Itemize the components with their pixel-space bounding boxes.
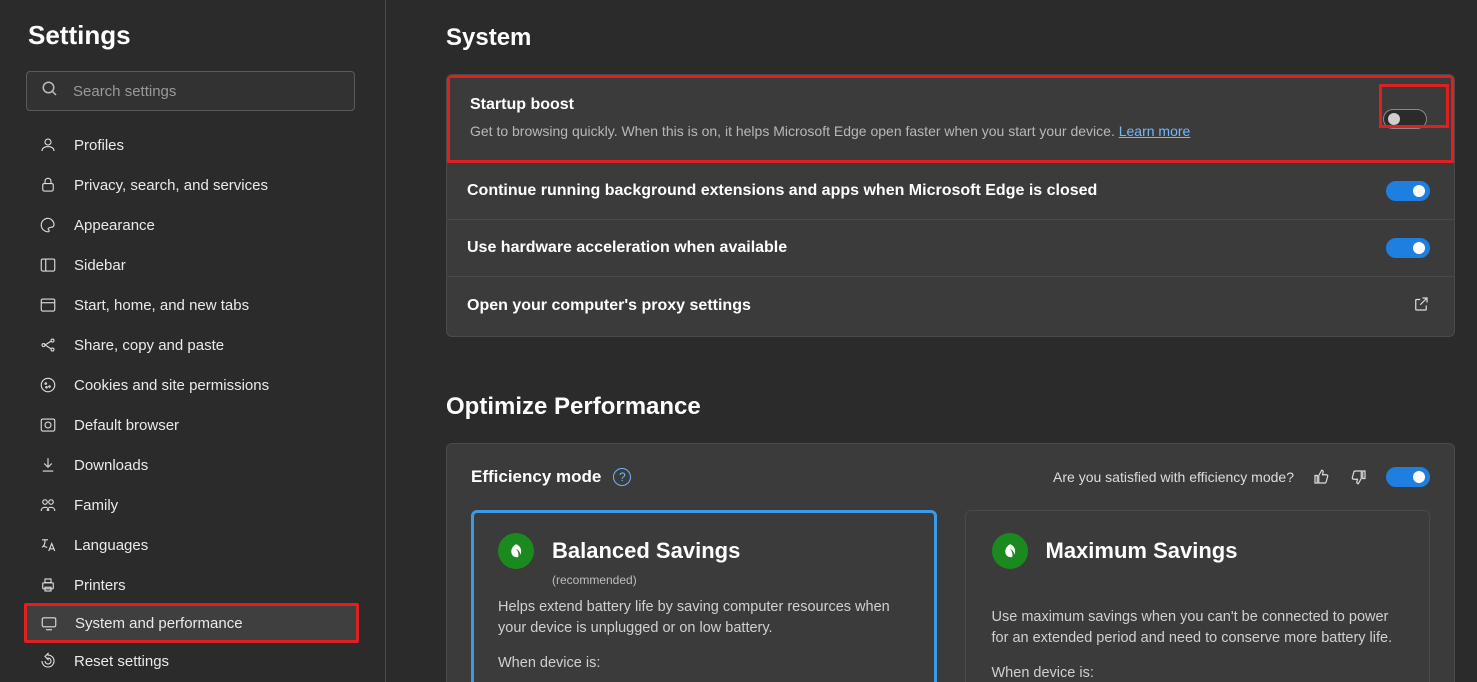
leaf-icon [992, 533, 1028, 569]
language-icon [38, 535, 58, 555]
leaf-icon [498, 533, 534, 569]
maximum-savings-card[interactable]: Maximum Savings Use maximum savings when… [965, 510, 1431, 682]
maximum-title: Maximum Savings [1046, 538, 1238, 564]
balanced-when: When device is: [498, 655, 910, 671]
palette-icon [38, 215, 58, 235]
printer-icon [38, 575, 58, 595]
efficiency-header: Efficiency mode ? Are you satisfied with… [471, 466, 1430, 488]
hw-accel-toggle[interactable] [1386, 238, 1430, 258]
sidebar-item-system[interactable]: System and performance [24, 603, 359, 643]
nav-list: Profiles Privacy, search, and services A… [0, 125, 385, 681]
lock-icon [38, 175, 58, 195]
sidebar-item-label: Appearance [74, 217, 155, 234]
sidebar-item-profiles[interactable]: Profiles [26, 125, 357, 165]
hw-accel-row: Use hardware acceleration when available [447, 220, 1454, 277]
help-icon[interactable]: ? [613, 468, 631, 486]
highlight-box [1379, 84, 1449, 128]
sidebar-item-label: Profiles [74, 137, 124, 154]
search-icon [41, 80, 59, 103]
settings-title: Settings [0, 20, 385, 71]
sidebar-item-label: Downloads [74, 457, 148, 474]
hw-accel-title: Use hardware acceleration when available [467, 239, 1370, 257]
bg-extensions-toggle[interactable] [1386, 181, 1430, 201]
balanced-savings-card[interactable]: Balanced Savings (recommended) Helps ext… [471, 510, 937, 682]
sidebar-item-label: Default browser [74, 417, 179, 434]
sidebar-item-label: Languages [74, 537, 148, 554]
share-icon [38, 335, 58, 355]
profile-icon [38, 135, 58, 155]
system-icon [39, 613, 59, 633]
thumbs-down-icon[interactable] [1348, 466, 1370, 488]
cookie-icon [38, 375, 58, 395]
sidebar-item-downloads[interactable]: Downloads [26, 445, 357, 485]
system-card-group: Startup boost Get to browsing quickly. W… [446, 74, 1455, 337]
balanced-title: Balanced Savings [552, 538, 740, 564]
sidebar-item-label: System and performance [75, 615, 243, 632]
sidebar-item-label: Cookies and site permissions [74, 377, 269, 394]
maximum-desc: Use maximum savings when you can't be co… [992, 607, 1404, 649]
external-link-icon [1412, 295, 1430, 318]
sidebar-item-label: Share, copy and paste [74, 337, 224, 354]
maximum-when: When device is: [992, 665, 1404, 681]
sidebar-item-reset[interactable]: Reset settings [26, 641, 357, 681]
sidebar-item-languages[interactable]: Languages [26, 525, 357, 565]
efficiency-toggle[interactable] [1386, 467, 1430, 487]
feedback-row: Are you satisfied with efficiency mode? [1053, 466, 1430, 488]
browser-icon [38, 415, 58, 435]
optimize-card: Efficiency mode ? Are you satisfied with… [446, 443, 1455, 682]
sidebar-icon [38, 255, 58, 275]
main-content: System Startup boost Get to browsing qui… [386, 0, 1477, 682]
sidebar-item-label: Start, home, and new tabs [74, 297, 249, 314]
sidebar-item-label: Sidebar [74, 257, 126, 274]
sidebar-item-appearance[interactable]: Appearance [26, 205, 357, 245]
startup-boost-title: Startup boost [470, 96, 1367, 114]
sidebar-item-start[interactable]: Start, home, and new tabs [26, 285, 357, 325]
sidebar-item-label: Reset settings [74, 653, 169, 670]
settings-sidebar: Settings Profiles Privacy, search, and s… [0, 0, 386, 682]
balanced-desc: Helps extend battery life by saving comp… [498, 597, 910, 639]
search-input[interactable] [73, 83, 340, 100]
proxy-row[interactable]: Open your computer's proxy settings [447, 277, 1454, 336]
learn-more-link[interactable]: Learn more [1119, 123, 1191, 139]
download-icon [38, 455, 58, 475]
family-icon [38, 495, 58, 515]
sidebar-item-printers[interactable]: Printers [26, 565, 357, 605]
system-heading: System [446, 24, 1455, 52]
sidebar-item-label: Family [74, 497, 118, 514]
feedback-prompt: Are you satisfied with efficiency mode? [1053, 469, 1294, 485]
sidebar-item-cookies[interactable]: Cookies and site permissions [26, 365, 357, 405]
search-field-wrap[interactable] [26, 71, 355, 111]
recommended-label: (recommended) [552, 573, 910, 587]
sidebar-item-default-browser[interactable]: Default browser [26, 405, 357, 445]
sidebar-item-label: Privacy, search, and services [74, 177, 268, 194]
efficiency-mode-title: Efficiency mode [471, 467, 601, 487]
sidebar-item-family[interactable]: Family [26, 485, 357, 525]
startup-boost-row: Startup boost Get to browsing quickly. W… [447, 75, 1454, 163]
sidebar-item-sidebar[interactable]: Sidebar [26, 245, 357, 285]
sidebar-item-label: Printers [74, 577, 126, 594]
bg-extensions-row: Continue running background extensions a… [447, 163, 1454, 220]
optimize-heading: Optimize Performance [446, 393, 1455, 421]
proxy-title: Open your computer's proxy settings [467, 297, 1396, 315]
startup-boost-desc: Get to browsing quickly. When this is on… [470, 122, 1367, 142]
mode-cards: Balanced Savings (recommended) Helps ext… [471, 510, 1430, 682]
sidebar-item-share[interactable]: Share, copy and paste [26, 325, 357, 365]
thumbs-up-icon[interactable] [1310, 466, 1332, 488]
bg-extensions-title: Continue running background extensions a… [467, 182, 1370, 200]
home-icon [38, 295, 58, 315]
reset-icon [38, 651, 58, 671]
sidebar-item-privacy[interactable]: Privacy, search, and services [26, 165, 357, 205]
